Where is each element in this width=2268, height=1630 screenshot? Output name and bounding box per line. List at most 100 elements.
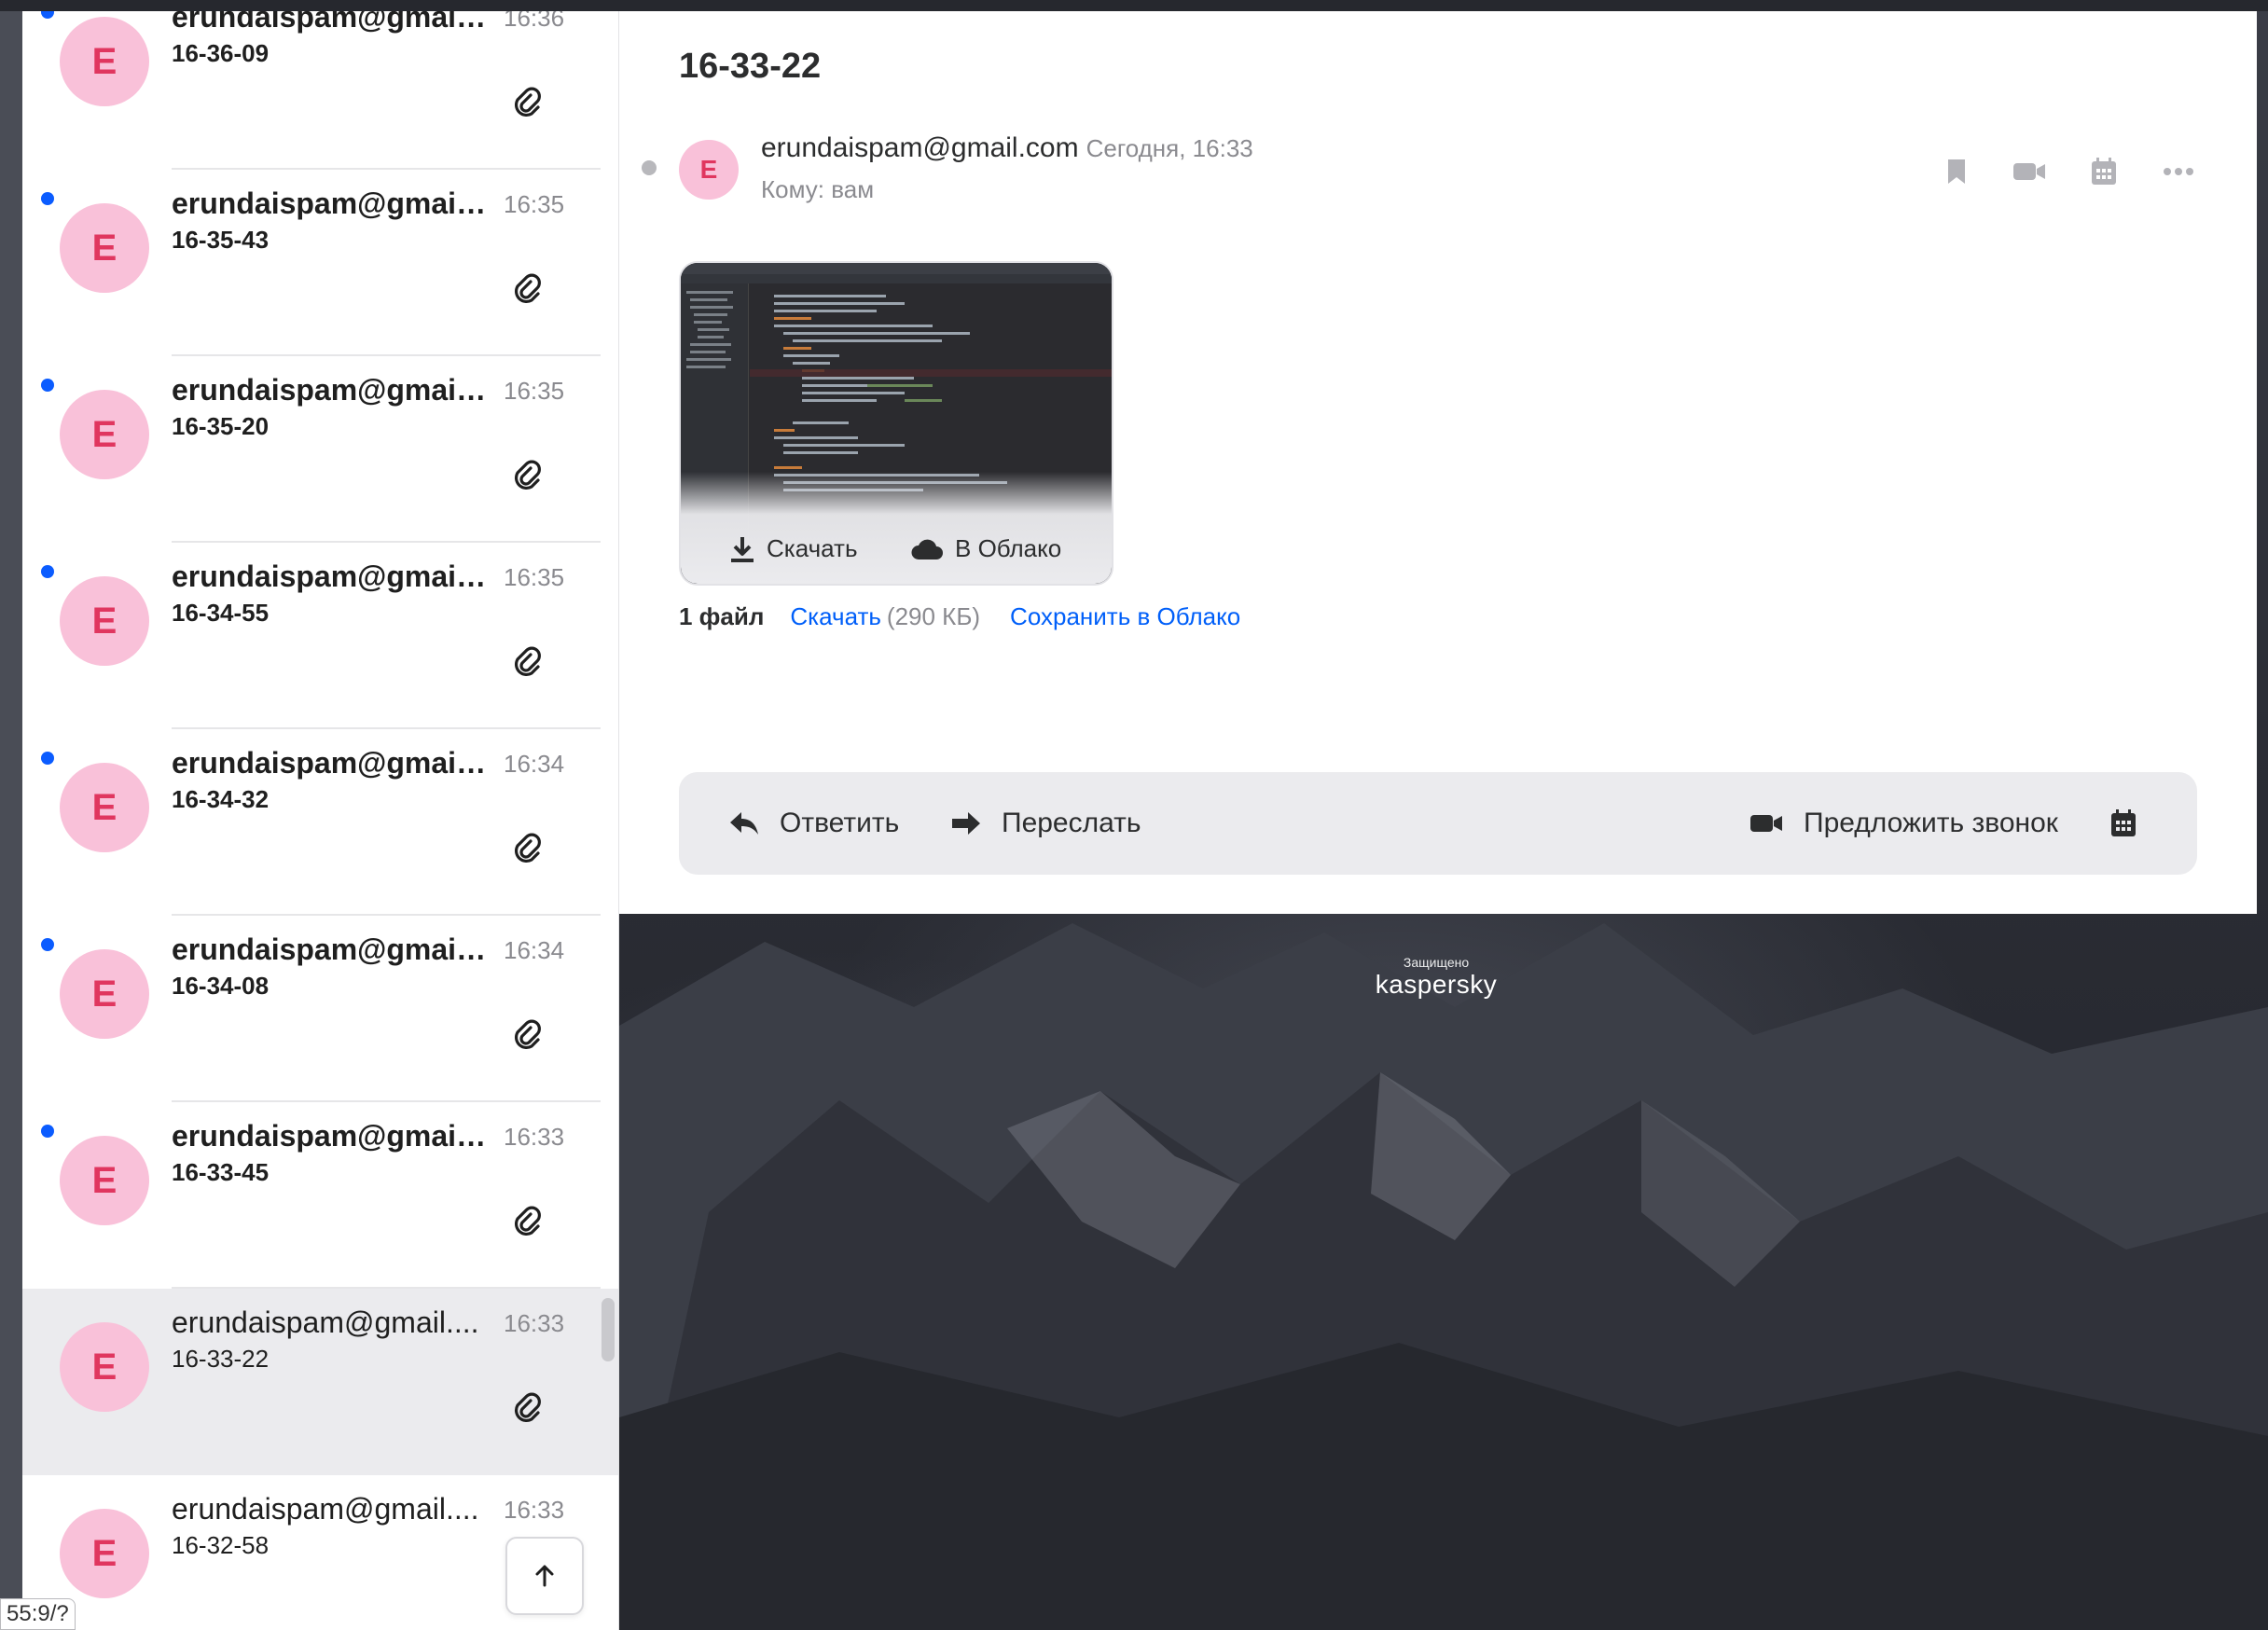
unread-indicator[interactable] [41, 752, 54, 765]
message-list-item[interactable]: Eerundaispam@gmail... 16-35-43 16:35 [22, 170, 618, 356]
message-list-item[interactable]: Eerundaispam@gmail.... 16-33-22 16:33 [22, 1289, 618, 1475]
unread-indicator[interactable] [41, 1125, 54, 1138]
paperclip-icon [512, 86, 546, 119]
paperclip-icon [512, 832, 546, 865]
message-list-item[interactable]: Eerundaispam@gmail... 16-35-20 16:35 [22, 356, 618, 543]
message-subject: 16-35-20 [172, 412, 270, 440]
message-list-item[interactable]: Eerundaispam@gmail... 16-34-55 16:35 [22, 543, 618, 729]
attachment-download-label: Скачать [767, 534, 858, 562]
attachment-preview[interactable]: Скачать В Облако [679, 261, 1113, 586]
attachment-download-button[interactable]: Скачать [729, 534, 858, 563]
forward-button[interactable]: Переслать [951, 772, 1141, 875]
reply-icon [730, 812, 758, 835]
message-time: 16:36 [504, 11, 565, 32]
message-list-item[interactable]: Eerundaispam@gmail... 16-33-45 16:33 [22, 1102, 618, 1289]
propose-call-button[interactable]: Предложить звонок [1749, 772, 2058, 875]
message-sender: erundaispam@gmail... [172, 186, 489, 220]
status-chip: 55:9/? [0, 1598, 76, 1630]
save-to-cloud-link[interactable]: Сохранить в Облако [1010, 602, 1240, 630]
message-date: Сегодня, 16:33 [1086, 134, 1253, 162]
message-list-item[interactable]: Eerundaispam@gmail... 16-34-32 16:34 [22, 729, 618, 916]
message-time: 16:33 [504, 1496, 565, 1524]
sender-avatar[interactable]: E [60, 1136, 149, 1225]
message-subject: 16-33-22 [172, 1345, 270, 1373]
schedule-event-button[interactable] [2109, 772, 2137, 875]
cloud-icon [911, 539, 943, 559]
unread-indicator[interactable] [41, 379, 54, 392]
more-button[interactable] [2160, 153, 2197, 190]
sender-avatar[interactable]: E [60, 576, 149, 666]
kaspersky-protection-badge[interactable]: Защищено kaspersky [1371, 955, 1501, 1000]
paperclip-icon [512, 1205, 546, 1238]
forward-label: Переслать [1002, 808, 1141, 838]
message-subject: 16-35-43 [172, 226, 270, 254]
attachment-size: (290 КБ) [886, 602, 981, 630]
protection-label: Защищено [1403, 955, 1470, 970]
message-time: 16:33 [504, 1123, 565, 1151]
unread-indicator[interactable] [41, 11, 54, 19]
kaspersky-logo: kaspersky [1375, 970, 1498, 999]
paperclip-icon [512, 1391, 546, 1425]
message-subject: 16-34-08 [172, 972, 270, 1000]
message-time: 16:34 [504, 936, 565, 964]
unread-indicator[interactable] [41, 192, 54, 205]
message-sender: erundaispam@gmail... [172, 746, 489, 780]
unread-indicator[interactable] [41, 938, 54, 951]
sender-avatar[interactable]: E [60, 1322, 149, 1412]
message-sender: erundaispam@gmail... [172, 559, 489, 593]
attachment-overlay [681, 472, 1112, 584]
sender-avatar[interactable]: E [60, 1509, 149, 1598]
recipient-line[interactable]: Кому: вам [761, 175, 874, 204]
attachments-summary: 1 файл Скачать (290 КБ) Сохранить в Облако [679, 602, 1240, 631]
reply-button[interactable]: Ответить [729, 772, 899, 875]
video-call-button[interactable] [2011, 153, 2048, 190]
propose-call-label: Предложить звонок [1804, 808, 2058, 838]
sender-line: erundaispam@gmail.com Сегодня, 16:33 [761, 132, 1253, 164]
more-horizontal-icon [2164, 168, 2193, 175]
message-sender: erundaispam@gmail.... [172, 1492, 479, 1526]
video-camera-icon [2013, 163, 2045, 180]
paperclip-icon [512, 272, 546, 306]
download-all-link[interactable]: Скачать [790, 602, 881, 630]
calendar-icon [2092, 158, 2116, 185]
message-sender: erundaispam@gmail... [172, 1119, 489, 1153]
download-icon [731, 536, 754, 562]
message-sender: erundaispam@gmail.... [172, 1305, 479, 1339]
paperclip-icon [512, 459, 546, 492]
sender-avatar[interactable]: E [60, 390, 149, 479]
video-camera-icon [1750, 815, 1782, 832]
message-subject: 16-33-22 [679, 47, 822, 86]
message-time: 16:35 [504, 563, 565, 591]
message-list-item[interactable]: Eerundaispam@gmail... 16-34-08 16:34 [22, 916, 618, 1102]
sender-avatar[interactable]: E [60, 949, 149, 1039]
message-subject: 16-34-55 [172, 599, 270, 627]
message-subject: 16-32-58 [172, 1531, 270, 1559]
unread-indicator[interactable] [41, 565, 54, 578]
message-sender: erundaispam@gmail... [172, 11, 489, 34]
arrow-up-icon [535, 1565, 554, 1587]
calendar-button[interactable] [2085, 153, 2123, 190]
sender-avatar[interactable]: E [60, 763, 149, 852]
reading-pane: 16-33-22 E erundaispam@gmail.com Сегодня,… [619, 11, 2257, 914]
paperclip-icon [512, 645, 546, 679]
message-action-bar: Ответить Переслать Предложить звонок [679, 772, 2197, 875]
bookmark-icon [1948, 159, 1965, 184]
sender-avatar[interactable]: E [60, 203, 149, 293]
bookmark-button[interactable] [1938, 153, 1975, 190]
attachment-save-cloud-button[interactable]: В Облако [910, 534, 1061, 563]
message-time: 16:33 [504, 1309, 565, 1337]
message-time: 16:34 [504, 750, 565, 778]
sender-email[interactable]: erundaispam@gmail.com [761, 132, 1079, 163]
message-list-item[interactable]: Eerundaispam@gmail... 16-36-09 16:36 [22, 11, 618, 170]
message-subject: 16-33-45 [172, 1158, 270, 1186]
sender-avatar[interactable]: E [679, 140, 739, 200]
reply-label: Ответить [780, 808, 900, 838]
attachment-count: 1 файл [679, 602, 765, 630]
sender-avatar[interactable]: E [60, 17, 149, 106]
message-list[interactable]: Eerundaispam@gmail... 16-36-09 16:36 Eerund… [22, 11, 619, 1630]
read-status-dot[interactable] [642, 160, 657, 175]
message-sender: erundaispam@gmail... [172, 373, 489, 407]
scroll-to-top-button[interactable] [505, 1537, 584, 1615]
message-list-scrollbar[interactable] [602, 1298, 615, 1361]
calendar-icon [2111, 809, 2136, 836]
